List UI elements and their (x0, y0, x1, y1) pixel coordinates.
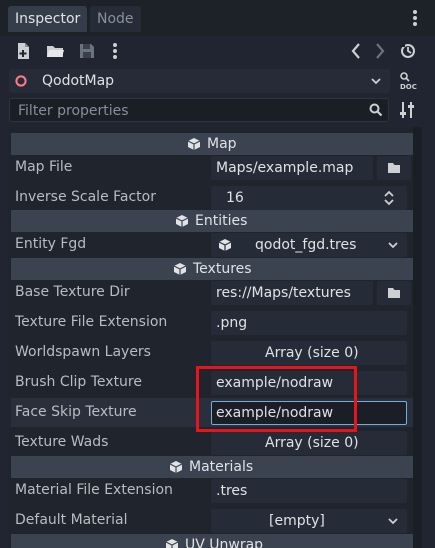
entity-fgd-resource[interactable]: qodot_fgd.tres (211, 233, 407, 257)
default-material-label: Default Material (15, 512, 128, 528)
worldspawn-layers-value: Array (size 0) (265, 345, 359, 361)
dropdown-icon[interactable] (387, 240, 399, 250)
texture-wads-button[interactable]: Array (size 0) (211, 431, 407, 455)
section-uv-unwrap[interactable]: UV Unwrap (11, 534, 413, 548)
new-script-icon[interactable] (14, 41, 34, 61)
worldspawn-layers-label: Worldspawn Layers (15, 344, 151, 360)
entity-fgd-label: Entity Fgd (15, 236, 87, 252)
section-entities-title: Entities (195, 213, 248, 229)
section-map[interactable]: Map (11, 133, 413, 155)
texture-file-extension-label: Texture File Extension (15, 314, 168, 330)
cube-icon (175, 214, 189, 228)
map-file-field[interactable]: Maps/example.map (211, 156, 373, 180)
section-textures-title: Textures (193, 261, 252, 277)
tab-node[interactable]: Node (90, 6, 141, 32)
property-entity-fgd: Entity Fgd qodot_fgd.tres (11, 230, 413, 259)
worldspawn-layers-button[interactable]: Array (size 0) (211, 341, 407, 365)
property-map-file: Map File Maps/example.map (11, 153, 413, 182)
base-texture-dir-field[interactable]: res://Maps/textures (211, 281, 373, 305)
section-uv-unwrap-title: UV Unwrap (185, 537, 264, 548)
texture-wads-value: Array (size 0) (265, 435, 359, 451)
annotation-highlight (196, 366, 357, 432)
section-textures[interactable]: Textures (11, 258, 413, 280)
folder-icon (387, 161, 401, 175)
map-file-browse-button[interactable] (377, 156, 411, 180)
settings-icon[interactable] (398, 100, 418, 120)
property-panel: Map Map File Maps/example.map Inverse Sc… (9, 127, 413, 548)
object-selector[interactable]: QodotMap (9, 69, 390, 93)
cube-icon (165, 538, 179, 548)
section-map-title: Map (207, 136, 237, 152)
map-file-value: Maps/example.map (216, 160, 354, 176)
material-file-extension-label: Material File Extension (15, 482, 173, 498)
more-icon[interactable] (112, 41, 132, 61)
property-default-material: Default Material [empty] (11, 506, 413, 535)
base-texture-dir-browse-button[interactable] (377, 281, 411, 305)
material-file-extension-value: .tres (216, 483, 248, 499)
cube-icon (173, 262, 187, 276)
dropdown-icon (370, 76, 382, 86)
property-texture-wads: Texture Wads Array (size 0) (11, 428, 413, 457)
property-material-file-extension: Material File Extension .tres (11, 476, 413, 505)
property-base-texture-dir: Base Texture Dir res://Maps/textures (11, 278, 413, 307)
node-type-icon (15, 75, 27, 87)
base-texture-dir-value: res://Maps/textures (216, 285, 351, 301)
spinbox-arrows-icon[interactable] (383, 190, 395, 206)
open-folder-icon[interactable] (45, 41, 65, 61)
property-inverse-scale-factor: Inverse Scale Factor 16 (11, 183, 413, 212)
face-skip-texture-label: Face Skip Texture (15, 404, 137, 420)
cube-icon (187, 137, 201, 151)
inverse-scale-factor-spinbox[interactable]: 16 (211, 186, 407, 210)
map-file-label: Map File (15, 159, 73, 175)
section-materials-title: Materials (189, 459, 254, 475)
base-texture-dir-label: Base Texture Dir (15, 284, 130, 300)
property-worldspawn-layers: Worldspawn Layers Array (size 0) (11, 338, 413, 367)
docs-icon[interactable]: DOC (398, 71, 418, 91)
cube-icon (169, 460, 183, 474)
section-entities[interactable]: Entities (11, 210, 413, 232)
filter-properties-field[interactable] (9, 98, 389, 122)
dropdown-icon[interactable] (387, 516, 399, 526)
tab-menu-icon[interactable] (412, 9, 418, 27)
history-back-icon[interactable] (348, 41, 368, 61)
tab-inspector[interactable]: Inspector (8, 6, 88, 32)
save-icon[interactable] (77, 41, 97, 61)
search-icon (369, 103, 383, 117)
history-forward-icon[interactable] (372, 41, 392, 61)
resource-icon (218, 238, 232, 252)
history-icon[interactable] (399, 41, 419, 61)
svg-text:DOC: DOC (400, 83, 417, 91)
entity-fgd-value: qodot_fgd.tres (255, 237, 357, 253)
section-materials[interactable]: Materials (11, 456, 413, 478)
property-panel-scrollbar[interactable] (413, 127, 422, 548)
default-material-resource[interactable]: [empty] (211, 509, 407, 533)
filter-properties-input[interactable] (16, 100, 360, 122)
property-texture-file-extension: Texture File Extension .png (11, 308, 413, 337)
texture-file-extension-field[interactable]: .png (211, 311, 407, 335)
inverse-scale-factor-label: Inverse Scale Factor (15, 189, 156, 205)
inverse-scale-factor-value: 16 (226, 190, 244, 206)
brush-clip-texture-label: Brush Clip Texture (15, 374, 142, 390)
material-file-extension-field[interactable]: .tres (211, 479, 407, 503)
folder-icon (387, 286, 401, 300)
default-material-value: [empty] (269, 513, 325, 529)
texture-wads-label: Texture Wads (15, 434, 109, 450)
object-name: QodotMap (42, 73, 115, 89)
texture-file-extension-value: .png (216, 315, 248, 331)
